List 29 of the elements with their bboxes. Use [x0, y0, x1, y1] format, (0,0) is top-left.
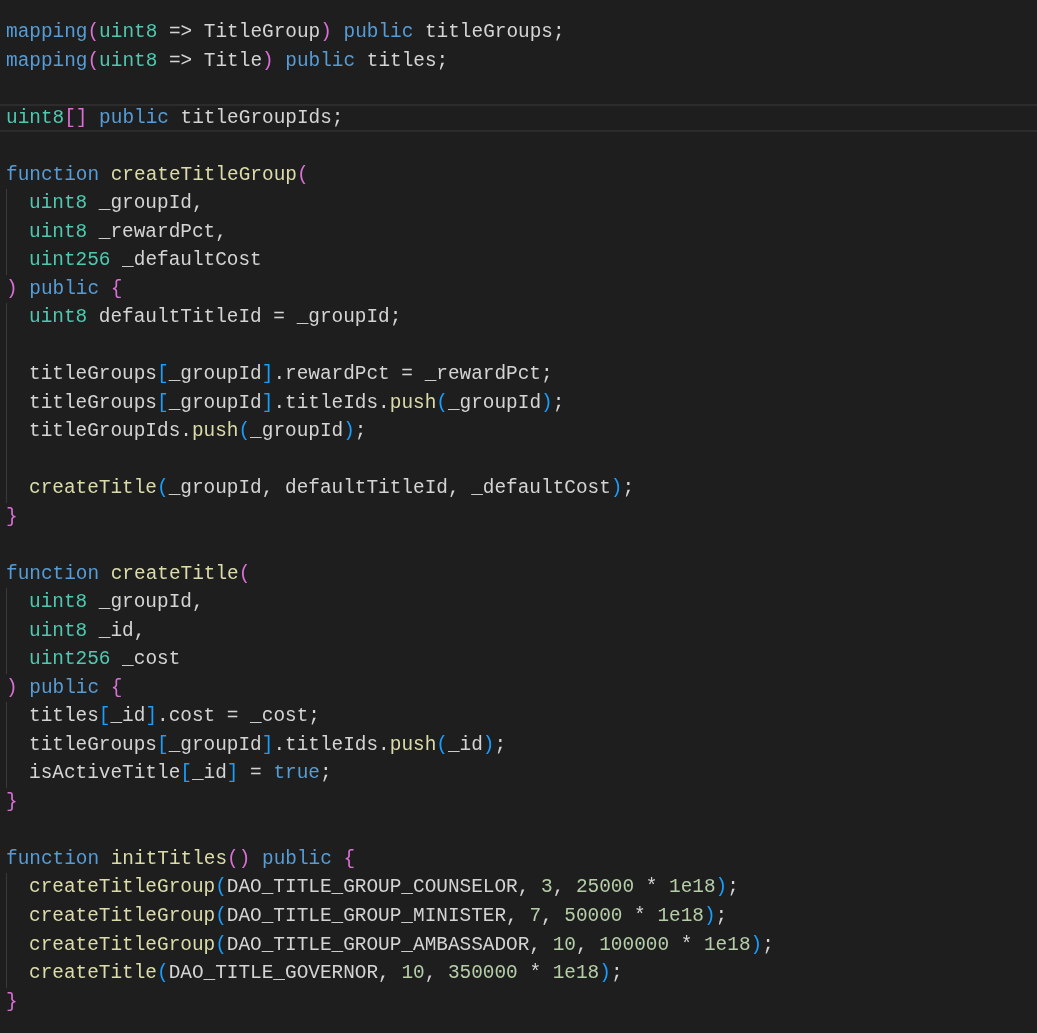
- code-line: mapping(uint8 => Title) public titles;: [6, 48, 449, 74]
- code-line: function initTitles() public {: [6, 846, 356, 872]
- code-line: function createTitle(: [6, 561, 251, 587]
- code-line: uint8 _groupId,: [29, 590, 204, 616]
- code-line: uint256 _defaultCost: [29, 248, 262, 274]
- code-line: titleGroups[_groupId].titleIds.push(_groupId);: [29, 390, 565, 416]
- code-line: uint8 _rewardPct,: [29, 219, 227, 245]
- code-line: titleGroupIds.push(_groupId);: [29, 419, 367, 445]
- code-line: uint8[] public titleGroupIds;: [6, 105, 344, 131]
- code-line: createTitleGroup(DAO_TITLE_GROUP_COUNSELOR, 3, 25000 * 1e18);: [29, 875, 739, 901]
- code-line: }: [6, 989, 18, 1015]
- code-line: createTitle(DAO_TITLE_GOVERNOR, 10, 350000 * 1e18);: [29, 961, 623, 986]
- code-line: titleGroups[_groupId].titleIds.push(_id);: [29, 732, 507, 758]
- code-line: ) public {: [6, 276, 123, 302]
- code-line: titleGroups[_groupId].rewardPct = _rewardPct;: [29, 362, 553, 388]
- code-line: uint256 _cost: [29, 647, 181, 673]
- code-line: function createTitleGroup(: [6, 162, 309, 188]
- code-line: uint8 _id,: [29, 618, 146, 644]
- code-line: }: [6, 789, 18, 815]
- code-line: }: [6, 504, 18, 530]
- code-line: isActiveTitle[_id] = true;: [29, 761, 332, 787]
- code-line: createTitleGroup(DAO_TITLE_GROUP_MINISTER, 7, 50000 * 1e18);: [29, 904, 728, 929]
- code-line: mapping(uint8 => TitleGroup) public titleGroups;: [6, 20, 565, 45]
- code-line: titles[_id].cost = _cost;: [29, 704, 320, 730]
- code-line: createTitleGroup(DAO_TITLE_GROUP_AMBASSADOR, 10, 100000 * 1e18);: [29, 932, 774, 958]
- code-line: uint8 _groupId,: [29, 191, 204, 217]
- code-line: createTitle(_groupId, defaultTitleId, _defaultCost);: [29, 476, 635, 502]
- code-line: ) public {: [6, 675, 123, 701]
- code-line: uint8 defaultTitleId = _groupId;: [29, 305, 402, 331]
